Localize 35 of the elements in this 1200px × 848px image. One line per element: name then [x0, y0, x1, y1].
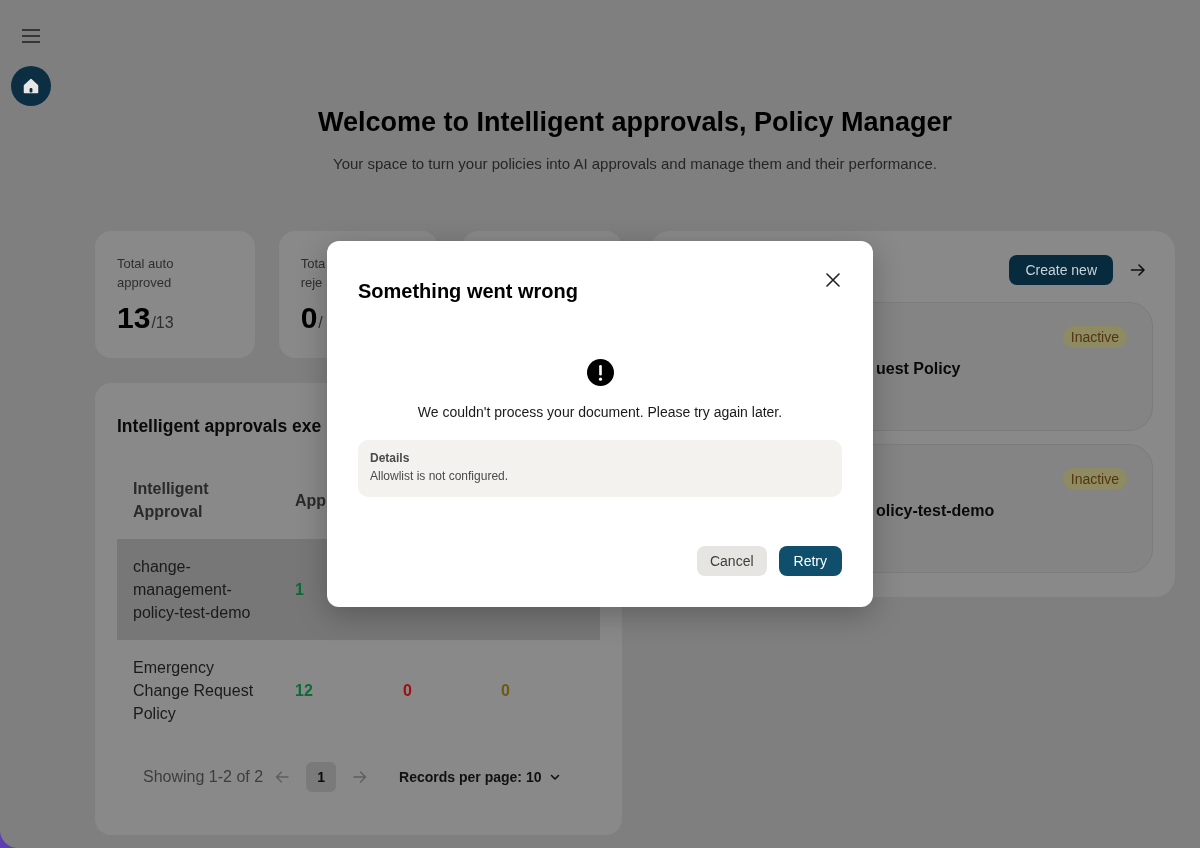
- stat-label: Total auto approved: [117, 255, 174, 292]
- status-badge: Inactive: [1062, 468, 1127, 490]
- create-new-button[interactable]: Create new: [1009, 255, 1113, 285]
- policy-name: olicy-test-demo: [876, 501, 995, 521]
- stat-total: /: [318, 313, 323, 333]
- status-badge: Inactive: [1062, 326, 1127, 348]
- table-cell-text: 0: [501, 681, 510, 701]
- column-header: Intelligent Approval: [133, 479, 210, 522]
- stat-value: 13: [117, 300, 151, 336]
- pagination-summary: Showing 1-2 of 2: [143, 767, 264, 787]
- policy-name: uest Policy: [876, 359, 961, 379]
- close-icon[interactable]: [826, 273, 840, 287]
- stat-value: 0: [300, 300, 318, 336]
- page-button[interactable]: 1: [306, 762, 337, 792]
- table-cell-text: 12: [295, 681, 313, 701]
- page-subtitle: Your space to turn your policies into AI approvals and manage them and their performance.: [333, 154, 937, 174]
- home-icon[interactable]: [11, 66, 51, 106]
- menu-icon[interactable]: [22, 29, 40, 43]
- table-cell-text: change-management-policy-test-demo: [133, 557, 252, 623]
- stat-total: /13: [151, 313, 174, 333]
- table-cell-text: 0: [403, 681, 412, 701]
- retry-button[interactable]: Retry: [778, 546, 842, 576]
- table-title: Intelligent approvals exe: [117, 415, 322, 438]
- dialog-title: Something went wrong: [358, 279, 578, 304]
- alert-icon: [586, 359, 614, 386]
- page-title: Welcome to Intelligent approvals, Policy Manager: [317, 106, 953, 139]
- table-cell-text: 1: [295, 580, 304, 600]
- arrow-right-icon[interactable]: [1130, 262, 1146, 278]
- table-cell-text: Emergency Change Request Policy: [133, 658, 255, 724]
- details-label: Details: [370, 450, 410, 466]
- cancel-button[interactable]: Cancel: [696, 546, 767, 576]
- column-header: App: [295, 490, 327, 511]
- page-size-dropdown[interactable]: Records per page: 10: [399, 767, 562, 787]
- stat-label: Tota reje: [300, 255, 326, 292]
- details-text: Allowlist is not configured.: [370, 468, 509, 484]
